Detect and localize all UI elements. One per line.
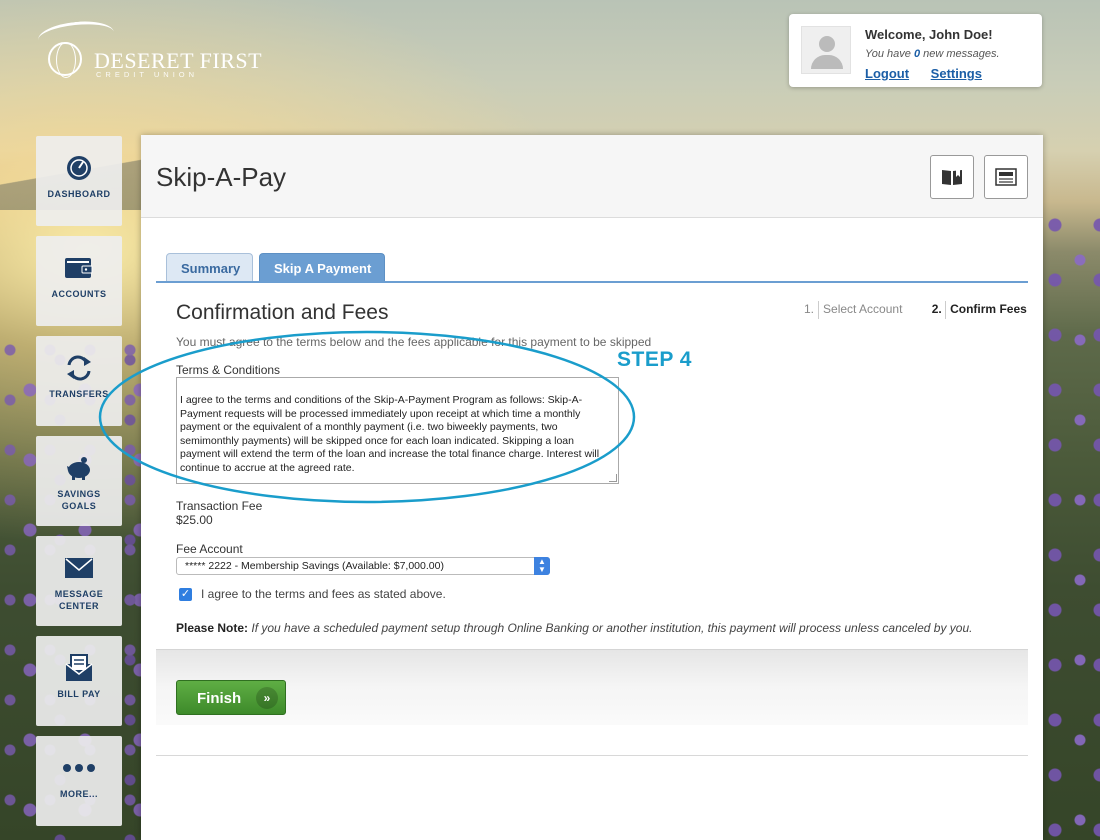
step-callout: STEP 4 [617, 348, 692, 371]
step2-number: 2. [931, 302, 942, 317]
nav-label-line2: GOALS [61, 501, 97, 511]
nav-label: ACCOUNTS [51, 289, 107, 299]
message-count: 0 [913, 48, 921, 60]
agree-checkbox[interactable]: ✓ [179, 588, 192, 601]
highlight-ellipse [98, 330, 636, 504]
message-summary: You have 0 new messages. [865, 48, 1000, 60]
nav-label-line2: CENTER [58, 601, 99, 611]
note-label: Please Note: [176, 621, 249, 635]
newspaper-icon [995, 168, 1017, 186]
note-text: If you have a scheduled payment setup th… [248, 621, 973, 635]
tab-skip-a-payment[interactable]: Skip A Payment [259, 253, 385, 282]
nav-label: MORE... [59, 789, 98, 799]
open-book-icon [942, 170, 962, 185]
select-arrows-icon: ▲ ▼ [534, 557, 550, 575]
section-title: Confirmation and Fees [176, 301, 389, 324]
page-title: Skip-A-Pay [156, 162, 287, 192]
nav-bill-pay[interactable]: BILL PAY [36, 636, 122, 726]
background-flowers-right [1040, 200, 1100, 840]
step-divider [818, 301, 820, 319]
wallet-icon [36, 254, 122, 282]
step1-label: Select Account [823, 302, 903, 317]
logo-globe-icon [48, 42, 82, 78]
fee-account-value: ***** 2222 - Membership Savings (Availab… [185, 560, 444, 572]
user-silhouette-icon [819, 36, 835, 52]
message-prefix: You have [865, 48, 911, 60]
welcome-title: Welcome, John Doe! [865, 27, 993, 42]
avatar-body [811, 55, 843, 69]
transaction-fee-value: $25.00 [176, 513, 213, 527]
step-indicator: 1. Select Account 2. Confirm Fees [804, 301, 1027, 319]
nav-label: BILL PAY [57, 689, 101, 699]
envelope-icon [36, 554, 122, 582]
bottom-divider [156, 755, 1028, 756]
nav-label: MESSAGE CENTER [36, 588, 122, 612]
tab-summary[interactable]: Summary [166, 253, 253, 282]
form-footer [156, 649, 1028, 725]
avatar [801, 26, 851, 74]
nav-label: DASHBOARD [47, 189, 111, 199]
fee-account-label: Fee Account [176, 542, 243, 556]
finish-label: Finish [197, 690, 242, 707]
finish-button[interactable]: Finish » [176, 680, 286, 715]
dashboard-icon [36, 154, 122, 182]
step-divider [945, 301, 947, 319]
message-suffix: new messages. [923, 48, 1000, 60]
bill-pay-icon [36, 654, 122, 682]
step-confirm-fees: 2. Confirm Fees [931, 301, 1027, 319]
nav-label-line1: SAVINGS [57, 489, 101, 499]
agree-label: I agree to the terms and fees as stated … [201, 587, 446, 601]
nav-label-line1: MESSAGE [54, 589, 104, 599]
step-select-account: 1. Select Account [804, 301, 906, 319]
double-chevron-right-icon: » [256, 687, 278, 709]
more-dots-icon [36, 754, 122, 782]
fee-account-select[interactable]: ***** 2222 - Membership Savings (Availab… [176, 557, 550, 575]
step2-label: Confirm Fees [950, 302, 1027, 317]
panel-header: Skip-A-Pay [141, 135, 1043, 218]
logo-subtitle: CREDIT UNION [96, 70, 199, 79]
please-note: Please Note: If you have a scheduled pay… [176, 621, 972, 635]
nav-dashboard[interactable]: DASHBOARD [36, 136, 122, 226]
welcome-card: Welcome, John Doe! You have 0 new messag… [789, 14, 1042, 87]
nav-message-center[interactable]: MESSAGE CENTER [36, 536, 122, 626]
logout-link[interactable]: Logout [865, 66, 909, 81]
nav-accounts[interactable]: ACCOUNTS [36, 236, 122, 326]
step1-number: 1. [804, 302, 815, 317]
nav-more[interactable]: MORE... [36, 736, 122, 826]
open-book-button[interactable] [930, 155, 974, 199]
account-links: Logout Settings [865, 66, 1000, 81]
settings-link[interactable]: Settings [931, 66, 982, 81]
newspaper-button[interactable] [984, 155, 1028, 199]
